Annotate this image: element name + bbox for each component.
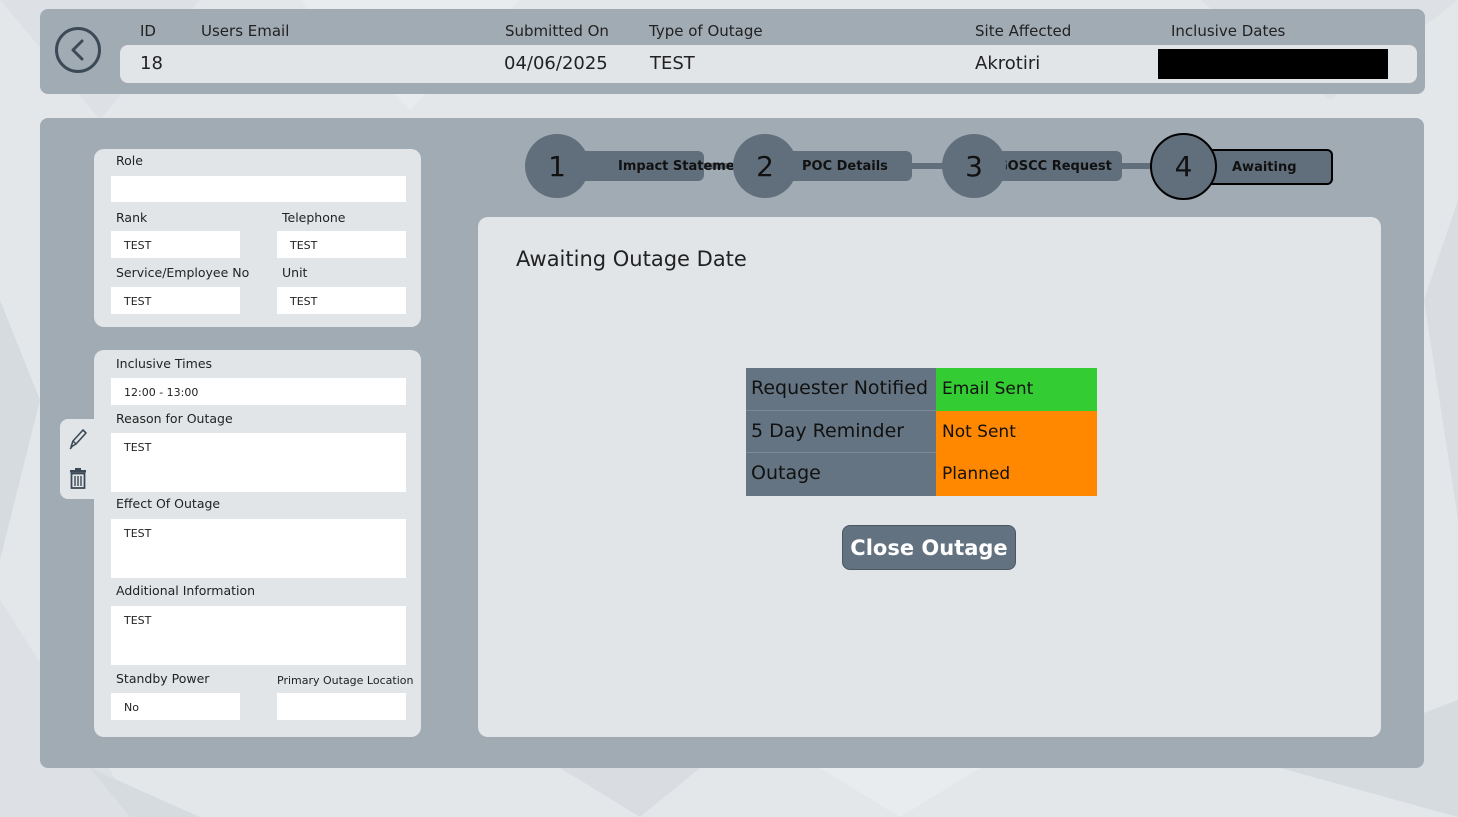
additional-info-field[interactable]: TEST (111, 606, 406, 665)
service-number-field[interactable]: TEST (111, 287, 240, 314)
telephone-label: Telephone (282, 210, 346, 225)
rank-field[interactable]: TEST (111, 231, 240, 258)
step-2-label: POC Details (802, 158, 888, 174)
record-site: Akrotiri (975, 53, 1041, 74)
telephone-field[interactable]: TEST (277, 231, 406, 258)
status-row-reminder: 5 Day Reminder Not Sent (746, 410, 1097, 453)
col-submitted-label: Submitted On (505, 22, 609, 40)
rank-label: Rank (116, 210, 148, 225)
standby-power-label: Standby Power (116, 671, 210, 686)
trash-icon (70, 468, 86, 489)
status-key: Requester Notified (746, 368, 936, 411)
step-4-tab[interactable]: Awaiting (1198, 149, 1333, 185)
inclusive-times-field[interactable]: 12:00 - 13:00 (111, 378, 406, 405)
reason-field[interactable]: TEST (111, 433, 406, 492)
additional-info-label: Additional Information (116, 583, 256, 598)
close-outage-button[interactable]: Close Outage (842, 525, 1016, 570)
step-4-number[interactable]: 4 (1150, 133, 1217, 200)
step-2-number[interactable]: 2 (733, 134, 797, 198)
step-3-tab[interactable]: GOSCC Request (990, 151, 1122, 181)
step-3-label: GOSCC Request (997, 158, 1112, 174)
status-row-outage: Outage Planned (746, 453, 1097, 496)
edit-button[interactable] (67, 427, 89, 451)
primary-location-field[interactable] (277, 693, 406, 720)
step-2-tab[interactable]: POC Details (780, 151, 912, 181)
record-submitted: 04/06/2025 (504, 53, 608, 74)
step-3-number[interactable]: 3 (942, 134, 1006, 198)
role-label: Role (116, 153, 143, 168)
inclusive-times-label: Inclusive Times (116, 356, 213, 371)
effect-label: Effect Of Outage (116, 496, 221, 511)
record-header: ID Users Email Submitted On Type of Outa… (40, 9, 1425, 94)
requester-details-card: Role Rank TEST Telephone TEST Service/Em… (94, 149, 421, 327)
unit-label: Unit (282, 265, 308, 280)
step-1-label: Impact Statement (618, 158, 751, 174)
col-email-label: Users Email (201, 22, 290, 40)
record-row: 18 04/06/2025 TEST Akrotiri (120, 45, 1417, 83)
panel-title: Awaiting Outage Date (516, 247, 747, 271)
step-1-number[interactable]: 1 (525, 134, 589, 198)
standby-power-field[interactable]: No (111, 693, 240, 720)
col-id-label: ID (140, 22, 156, 40)
delete-button[interactable] (67, 466, 89, 490)
side-toolbar (60, 419, 96, 499)
step-4-label: Awaiting (1232, 159, 1297, 175)
reason-label: Reason for Outage (116, 411, 233, 426)
col-type-label: Type of Outage (649, 22, 763, 40)
record-type: TEST (650, 53, 695, 74)
status-value-outage: Planned (936, 453, 1097, 496)
col-site-label: Site Affected (975, 22, 1072, 40)
outage-details-card: Inclusive Times 12:00 - 13:00 Reason for… (94, 350, 421, 737)
status-table: Requester Notified Email Sent 5 Day Remi… (746, 368, 1097, 496)
primary-location-label: Primary Outage Location (277, 674, 414, 687)
chevron-left-icon (71, 39, 84, 61)
pencil-icon (69, 429, 87, 450)
unit-field[interactable]: TEST (277, 287, 406, 314)
record-id: 18 (140, 53, 163, 74)
status-value-reminder: Not Sent (936, 410, 1097, 453)
status-key: 5 Day Reminder (746, 410, 936, 453)
role-field[interactable] (111, 176, 406, 202)
effect-field[interactable]: TEST (111, 519, 406, 578)
back-button[interactable] (55, 27, 101, 73)
awaiting-panel: Awaiting Outage Date Requester Notified … (478, 217, 1381, 737)
main-area: Role Rank TEST Telephone TEST Service/Em… (40, 118, 1424, 768)
redacted-dates (1158, 49, 1388, 79)
step-1-tab[interactable]: Impact Statement (580, 151, 750, 181)
col-dates-label: Inclusive Dates (1171, 22, 1286, 40)
status-row-notified: Requester Notified Email Sent (746, 368, 1097, 411)
status-key: Outage (746, 453, 936, 496)
service-number-label: Service/Employee No (116, 265, 250, 280)
status-value-notified: Email Sent (936, 368, 1097, 411)
